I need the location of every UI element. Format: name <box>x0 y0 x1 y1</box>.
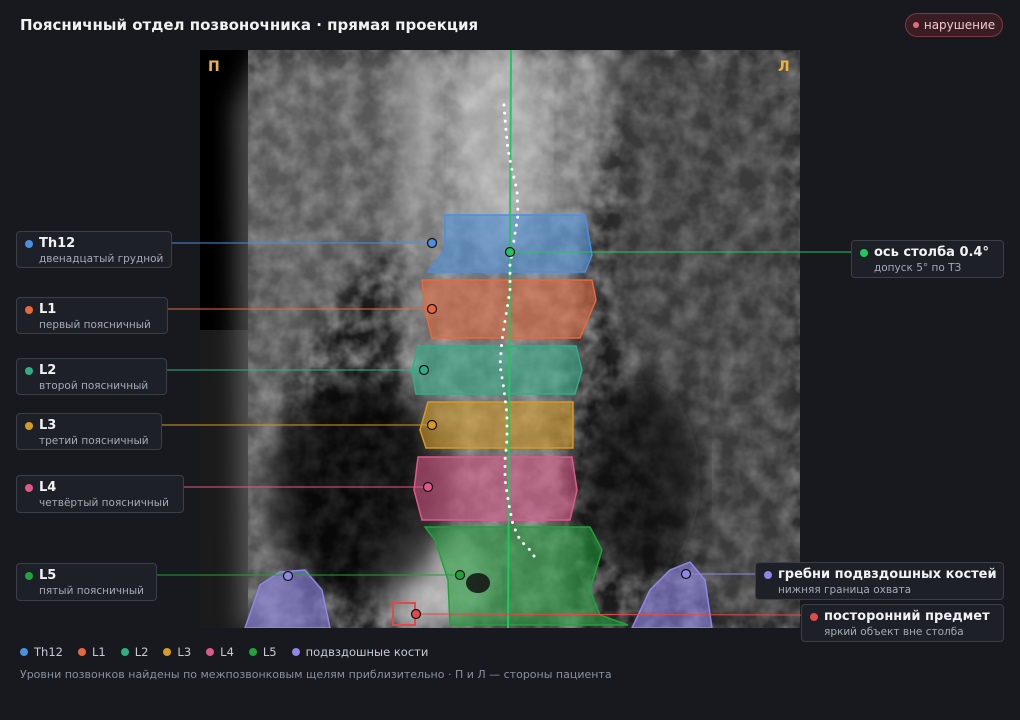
label-th12[interactable]: Th12 двенадцатый грудной <box>16 231 172 268</box>
label-foreign-sub: яркий объект вне столба <box>824 626 964 638</box>
segment-l3 <box>419 401 574 449</box>
legend: Th12 L1 L2 L3 L4 L5 подвздошные кости <box>20 645 443 659</box>
l1-dot-icon <box>25 305 33 314</box>
legend-l2-dot-icon <box>120 648 129 656</box>
label-foreign[interactable]: посторонний предмет яркий объект вне сто… <box>801 604 1004 642</box>
legend-item-l1: L1 <box>77 645 106 659</box>
label-axis[interactable]: ось столба 0.4° допуск 5° по ТЗ <box>851 240 1004 278</box>
label-l3[interactable]: L3 третий поясничный <box>16 413 162 450</box>
label-l4-name: L4 <box>39 480 57 495</box>
legend-l1-label: L1 <box>91 645 106 659</box>
label-l3-name: L3 <box>39 418 57 433</box>
label-l1[interactable]: L1 первый поясничный <box>16 297 168 334</box>
l3-dot-icon <box>25 421 33 430</box>
label-iliac-sub: нижняя граница охвата <box>778 584 912 596</box>
orientation-left-label: Л <box>778 59 790 75</box>
label-iliac-name: гребни подвздошных костей <box>778 567 997 582</box>
l5-dark-spot <box>466 573 490 593</box>
iliac-dot-icon <box>764 570 772 579</box>
legend-th12-label: Th12 <box>34 645 63 659</box>
legend-l3-dot-icon <box>163 648 172 656</box>
legend-l5-dot-icon <box>248 648 257 656</box>
label-l1-name: L1 <box>39 302 57 317</box>
label-l5-sub: пятый поясничный <box>39 585 144 597</box>
page-title: Поясничный отдел позвоночника · прямая п… <box>20 16 479 34</box>
label-axis-sub: допуск 5° по ТЗ <box>874 262 962 274</box>
legend-th12-dot-icon <box>20 648 28 656</box>
axis-dot-icon <box>860 248 868 257</box>
legend-l4-dot-icon <box>206 648 215 656</box>
legend-l3-label: L3 <box>177 645 192 659</box>
segment-l2 <box>411 345 583 395</box>
label-l3-sub: третий поясничный <box>39 435 149 447</box>
legend-l5-label: L5 <box>262 645 277 659</box>
legend-iliac-dot-icon <box>291 648 300 656</box>
legend-item-th12: Th12 <box>20 645 63 659</box>
status-dot-icon <box>912 22 919 28</box>
label-l2[interactable]: L2 второй поясничный <box>16 358 167 395</box>
label-l2-sub: второй поясничный <box>39 380 149 392</box>
label-l5-name: L5 <box>39 568 57 583</box>
label-l2-name: L2 <box>39 363 57 378</box>
label-l4-sub: четвёртый поясничный <box>39 497 169 509</box>
l5-dot-icon <box>25 571 33 580</box>
legend-l1-dot-icon <box>77 648 86 656</box>
label-th12-sub: двенадцатый грудной <box>39 253 164 265</box>
legend-l2-label: L2 <box>134 645 149 659</box>
label-l1-sub: первый поясничный <box>39 319 151 331</box>
label-axis-name: ось столба 0.4° <box>874 245 989 260</box>
label-l4[interactable]: L4 четвёртый поясничный <box>16 475 184 513</box>
spine-scan-image: П Л <box>200 50 800 628</box>
legend-item-l5: L5 <box>248 645 277 659</box>
label-l5[interactable]: L5 пятый поясничный <box>16 563 157 601</box>
status-badge-label: нарушение <box>923 18 996 32</box>
legend-iliac-label: подвздошные кости <box>305 645 429 659</box>
label-th12-name: Th12 <box>39 236 76 251</box>
orientation-right-label: П <box>208 59 220 75</box>
legend-item-l3: L3 <box>163 645 191 659</box>
legend-l4-label: L4 <box>220 645 234 659</box>
legend-item-l4: L4 <box>206 645 234 659</box>
legend-item-iliac: подвздошные кости <box>291 645 429 659</box>
status-badge: нарушение <box>905 13 1003 37</box>
l2-dot-icon <box>25 366 33 375</box>
segment-l4 <box>413 456 578 521</box>
legend-item-l2: L2 <box>120 645 149 659</box>
footer-note: Уровни позвонков найдены по межпозвонков… <box>20 668 612 681</box>
foreign-dot-icon <box>810 612 818 621</box>
label-iliac[interactable]: гребни подвздошных костей нижняя граница… <box>755 562 1004 600</box>
l4-dot-icon <box>25 483 33 492</box>
th12-dot-icon <box>25 239 33 248</box>
label-foreign-name: посторонний предмет <box>824 609 990 624</box>
